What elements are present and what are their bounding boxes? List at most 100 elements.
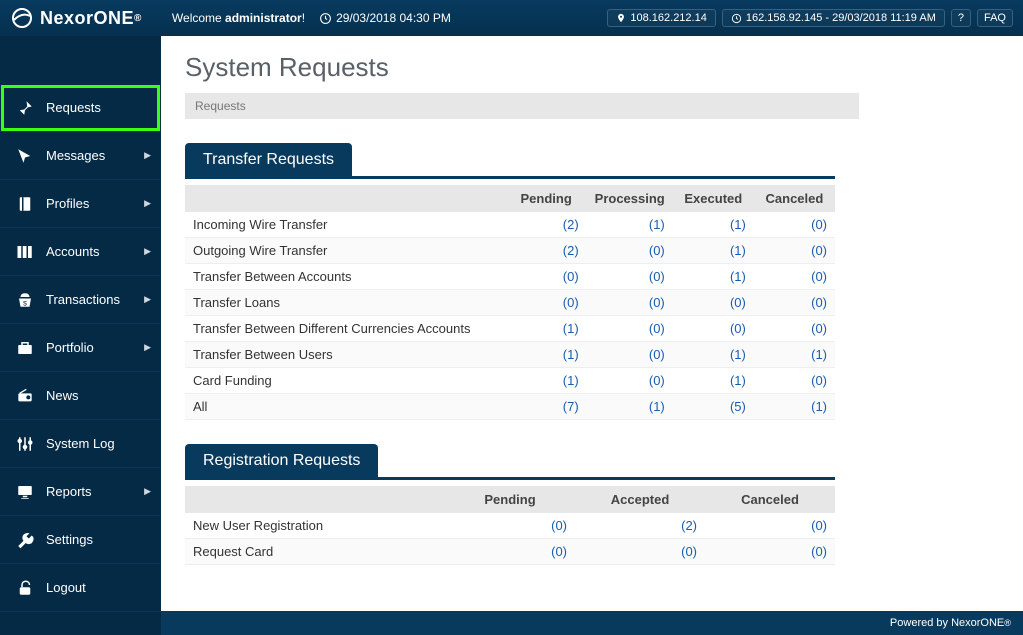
count-link[interactable]: (1) <box>811 399 827 414</box>
nav-label: Reports <box>46 484 92 499</box>
row-label: Transfer Loans <box>185 290 506 316</box>
nav-portfolio[interactable]: Portfolio▶ <box>0 324 161 372</box>
count-cell: (0) <box>754 264 835 290</box>
count-cell: (1) <box>673 212 754 238</box>
sidebar: RequestsMessages▶Profiles▶Accounts▶$Tran… <box>0 36 161 635</box>
nav-news[interactable]: News <box>0 372 161 420</box>
count-link[interactable]: (1) <box>730 243 746 258</box>
count-link[interactable]: (0) <box>730 321 746 336</box>
count-link[interactable]: (0) <box>811 373 827 388</box>
count-link[interactable]: (0) <box>649 295 665 310</box>
nav-logout[interactable]: Logout <box>0 564 161 612</box>
main-content: System Requests Requests Transfer Reques… <box>161 36 1023 635</box>
section-title: Registration Requests <box>185 444 378 478</box>
table-row: Transfer Between Different Currencies Ac… <box>185 316 835 342</box>
count-link[interactable]: (2) <box>563 217 579 232</box>
count-cell: (0) <box>587 290 673 316</box>
count-link[interactable]: (0) <box>681 544 697 559</box>
cursor-icon <box>14 147 36 165</box>
footer: Powered by NexorONE® <box>161 611 1023 635</box>
server-datetime: 29/03/2018 04:30 PM <box>319 11 451 25</box>
nav-label: News <box>46 388 79 403</box>
nav-accounts[interactable]: Accounts▶ <box>0 228 161 276</box>
nav-requests[interactable]: Requests <box>0 84 161 132</box>
count-link[interactable]: (1) <box>563 373 579 388</box>
count-link[interactable]: (0) <box>811 217 827 232</box>
count-cell: (0) <box>754 316 835 342</box>
cards-icon <box>14 243 36 261</box>
count-cell: (0) <box>754 290 835 316</box>
count-link[interactable]: (0) <box>811 269 827 284</box>
count-cell: (1) <box>587 212 673 238</box>
count-cell: (0) <box>754 368 835 394</box>
count-link[interactable]: (0) <box>563 295 579 310</box>
count-link[interactable]: (1) <box>649 399 665 414</box>
count-link[interactable]: (0) <box>811 544 827 559</box>
count-cell: (2) <box>506 238 587 264</box>
nav-label: System Log <box>46 436 115 451</box>
count-link[interactable]: (7) <box>563 399 579 414</box>
count-link[interactable]: (1) <box>730 373 746 388</box>
chevron-right-icon: ▶ <box>144 294 151 305</box>
table-row: Transfer Loans (0) (0) (0) (0) <box>185 290 835 316</box>
nav-transactions[interactable]: $Transactions▶ <box>0 276 161 324</box>
briefcase-icon <box>14 339 36 357</box>
count-link[interactable]: (2) <box>681 518 697 533</box>
row-label: New User Registration <box>185 513 445 539</box>
row-label: Transfer Between Different Currencies Ac… <box>185 316 506 342</box>
count-link[interactable]: (1) <box>811 347 827 362</box>
nav-system-log[interactable]: System Log <box>0 420 161 468</box>
count-link[interactable]: (0) <box>563 269 579 284</box>
count-link[interactable]: (0) <box>730 295 746 310</box>
nav-profiles[interactable]: Profiles▶ <box>0 180 161 228</box>
nav-settings[interactable]: Settings <box>0 516 161 564</box>
count-cell: (0) <box>673 316 754 342</box>
last-login-badge[interactable]: 162.158.92.145 - 29/03/2018 11:19 AM <box>722 9 945 27</box>
column-header: Pending <box>445 486 575 513</box>
help-button[interactable]: ? <box>951 9 971 27</box>
nav-label: Messages <box>46 148 105 163</box>
count-link[interactable]: (0) <box>811 295 827 310</box>
count-cell: (1) <box>754 342 835 368</box>
table-row: New User Registration (0) (2) (0) <box>185 513 835 539</box>
nav-reports[interactable]: Reports▶ <box>0 468 161 516</box>
count-link[interactable]: (5) <box>730 399 746 414</box>
count-link[interactable]: (1) <box>563 321 579 336</box>
count-cell: (0) <box>587 238 673 264</box>
brand-logo[interactable]: NexorONE® <box>10 6 142 30</box>
count-cell: (1) <box>673 264 754 290</box>
table-row: Incoming Wire Transfer(2)(1)(1)(0) <box>185 212 835 238</box>
count-link[interactable]: (0) <box>551 518 567 533</box>
count-cell: (1) <box>587 394 673 420</box>
nav-messages[interactable]: Messages▶ <box>0 132 161 180</box>
count-link[interactable]: (0) <box>551 544 567 559</box>
count-link[interactable]: (0) <box>811 518 827 533</box>
count-link[interactable]: (0) <box>649 373 665 388</box>
count-link[interactable]: (1) <box>563 347 579 362</box>
count-cell: (2) <box>575 513 705 539</box>
count-link[interactable]: (1) <box>649 217 665 232</box>
count-link[interactable]: (0) <box>811 321 827 336</box>
count-link[interactable]: (0) <box>649 347 665 362</box>
count-link[interactable]: (0) <box>811 243 827 258</box>
table-row: Transfer Between Accounts (0) (0) (1) (0) <box>185 264 835 290</box>
count-cell: (0) <box>587 264 673 290</box>
count-cell: (0) <box>445 513 575 539</box>
ip-badge[interactable]: 108.162.212.14 <box>607 9 715 27</box>
count-cell: (1) <box>754 394 835 420</box>
book-icon <box>14 195 36 213</box>
table-row: Transfer Between Users(1)(0)(1)(1) <box>185 342 835 368</box>
nav-label: Profiles <box>46 196 89 211</box>
row-label: Transfer Between Accounts <box>185 264 506 290</box>
transfer-requests-table: PendingProcessingExecutedCanceled Incomi… <box>185 185 835 420</box>
count-link[interactable]: (0) <box>649 269 665 284</box>
count-link[interactable]: (0) <box>649 243 665 258</box>
count-link[interactable]: (1) <box>730 347 746 362</box>
count-cell: (0) <box>506 264 587 290</box>
count-link[interactable]: (2) <box>563 243 579 258</box>
count-link[interactable]: (1) <box>730 269 746 284</box>
brand-reg: ® <box>134 13 142 24</box>
count-link[interactable]: (0) <box>649 321 665 336</box>
count-link[interactable]: (1) <box>730 217 746 232</box>
faq-button[interactable]: FAQ <box>977 9 1013 27</box>
